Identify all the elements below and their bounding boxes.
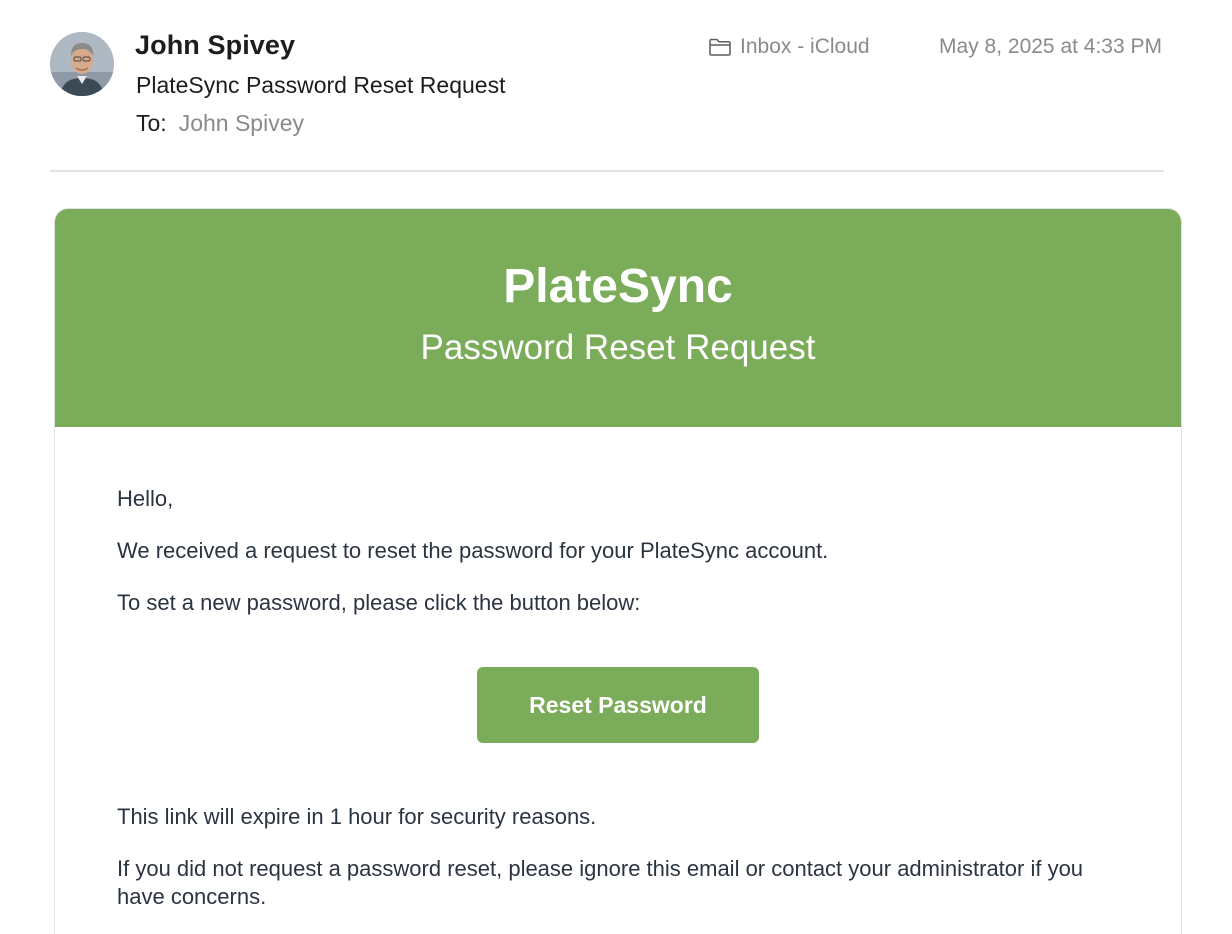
recipient-name[interactable]: John Spivey [179,110,304,136]
header-divider [50,170,1164,172]
button-row: Reset Password [117,667,1119,743]
mailbox-location[interactable]: Inbox - iCloud [708,35,870,59]
email-date: May 8, 2025 at 4:33 PM [939,35,1162,58]
request-message: We received a request to reset the passw… [117,538,829,563]
email-content: Hello, We received a request to reset th… [55,427,1181,911]
mailbox-label: Inbox - iCloud [740,35,870,58]
disclaimer-text: If you did not request a password reset,… [117,856,1084,909]
sender-name[interactable]: John Spivey [135,30,295,61]
expiry-notice: This link will expire in 1 hour for secu… [117,804,597,829]
greeting: Hello, [117,486,174,511]
reset-password-button[interactable]: Reset Password [477,667,759,743]
folder-icon [709,38,731,56]
brand-title: PlateSync [503,260,733,313]
email-subject: PlateSync Password Reset Request [136,72,506,98]
brand-banner: PlateSync Password Reset Request [55,209,1181,427]
avatar-photo [50,32,114,96]
email-body-card: PlateSync Password Reset Request Hello, … [54,208,1182,934]
to-label: To: [136,110,167,136]
sender-avatar[interactable] [50,32,114,96]
recipient-line: To: John Spivey [136,110,304,137]
instruction-message: To set a new password, please click the … [117,590,641,615]
email-view: John Spivey PlateSync Password Reset Req… [0,0,1232,934]
banner-subtitle: Password Reset Request [420,328,816,367]
mail-header: John Spivey PlateSync Password Reset Req… [0,0,1232,172]
